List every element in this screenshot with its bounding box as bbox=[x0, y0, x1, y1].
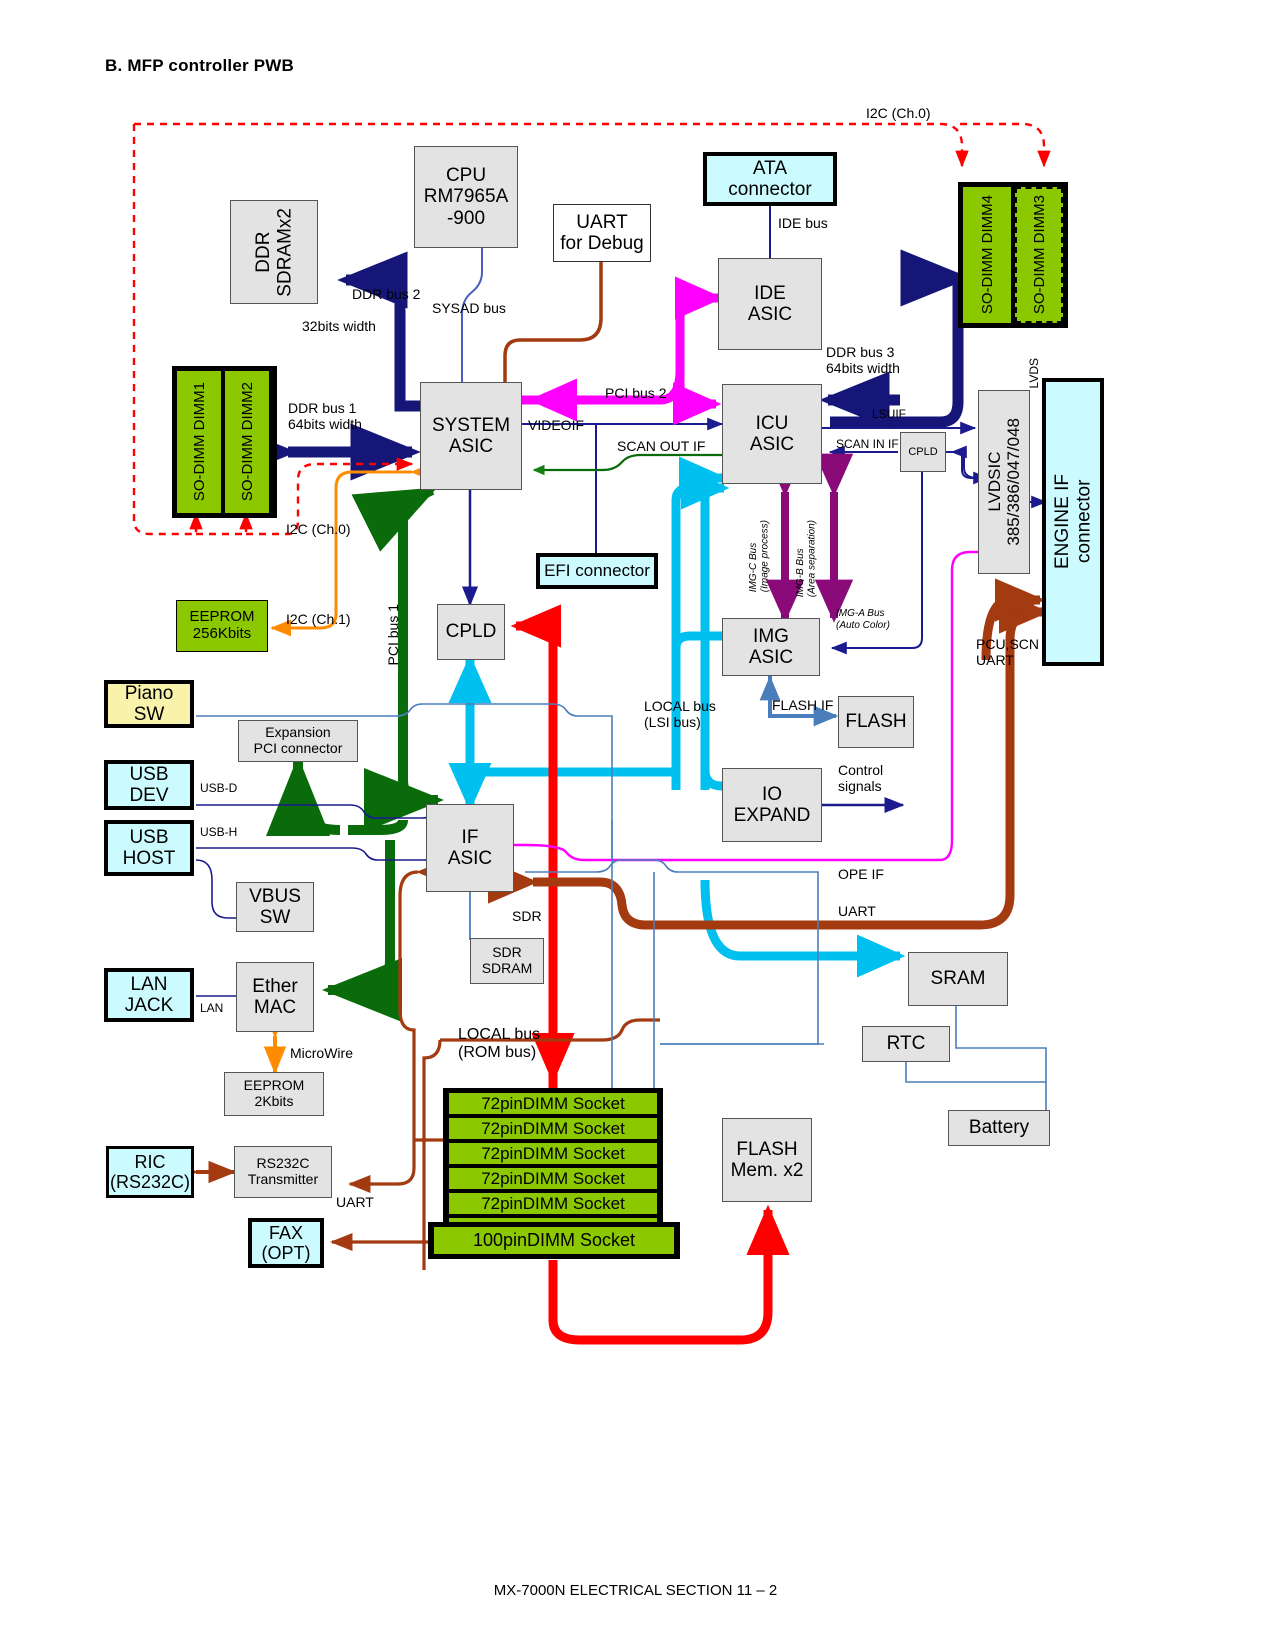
label-32bits-width: 32bits width bbox=[302, 318, 376, 334]
label-i2c-ch0-left: I2C (Ch.0) bbox=[286, 521, 351, 537]
label-sdr: SDR bbox=[512, 908, 542, 924]
label-img-b-bus: IMG-B Bus (Area separation) bbox=[795, 520, 818, 598]
sodimm-bank-34: SO-DIMM DIMM4 SO-DIMM DIMM3 bbox=[958, 182, 1068, 328]
label-pci-bus-2: PCI bus 2 bbox=[605, 385, 667, 401]
block-cpld-top: CPLD bbox=[437, 604, 505, 660]
label-local-bus-rom: LOCAL bus (ROM bus) bbox=[458, 1026, 541, 1062]
block-sram: SRAM bbox=[908, 952, 1008, 1006]
block-ric-rs232c: RIC (RS232C) bbox=[106, 1146, 194, 1198]
label-ope-if: OPE IF bbox=[838, 866, 884, 882]
block-flash: FLASH bbox=[838, 696, 914, 748]
block-icu-asic: ICU ASIC bbox=[722, 384, 822, 484]
block-flash-mem-x2: FLASH Mem. x2 bbox=[722, 1118, 812, 1202]
label-sysad-bus: SYSAD bus bbox=[432, 300, 506, 316]
socket-100pin-label: 100pinDIMM Socket bbox=[434, 1227, 674, 1254]
block-rtc: RTC bbox=[862, 1026, 950, 1062]
label-ddr-bus-2: DDR bus 2 bbox=[352, 286, 421, 302]
block-lan-jack: LAN JACK bbox=[104, 968, 194, 1022]
sodimm-bank-12: SO-DIMM DIMM1 SO-DIMM DIMM2 bbox=[172, 366, 277, 518]
block-lvdsic: LVDSIC 385/386/047/048 bbox=[978, 390, 1030, 574]
diagram-canvas: B. MFP controller PWB DDR SDRAMx2 CPU RM… bbox=[0, 0, 1271, 1650]
block-rs232c-transmitter: RS232C Transmitter bbox=[234, 1146, 332, 1198]
block-usb-dev: USB DEV bbox=[104, 760, 194, 810]
block-vbus-sw: VBUS SW bbox=[236, 882, 314, 932]
block-cpu: CPU RM7965A -900 bbox=[414, 146, 518, 248]
block-ata-connector: ATA connector bbox=[703, 152, 837, 206]
label-usb-h: USB-H bbox=[200, 825, 238, 839]
block-usb-host: USB HOST bbox=[104, 820, 194, 876]
label-local-bus-lsi: LOCAL bus (LSI bus) bbox=[644, 698, 716, 731]
sodimm-4: SO-DIMM DIMM4 bbox=[963, 187, 1011, 323]
block-uart-for-debug: UART for Debug bbox=[553, 204, 651, 262]
block-battery: Battery bbox=[948, 1110, 1050, 1146]
label-ddr-bus-1: DDR bus 1 64bits width bbox=[288, 400, 362, 433]
label-i2c-ch0-top: I2C (Ch.0) bbox=[866, 105, 931, 121]
page-footer: MX-7000N ELECTRICAL SECTION 11 – 2 bbox=[493, 1582, 778, 1599]
block-ether-mac: Ether MAC bbox=[236, 962, 314, 1032]
block-ddr-sdram: DDR SDRAMx2 bbox=[230, 200, 318, 304]
block-io-expand: IO EXPAND bbox=[722, 768, 822, 842]
block-eeprom-2k: EEPROM 2Kbits bbox=[224, 1072, 324, 1116]
socket-72pin-row: 72pinDIMM Socket bbox=[449, 1193, 657, 1214]
socket-72pin-row: 72pinDIMM Socket bbox=[449, 1093, 657, 1114]
socket-72pin-row: 72pinDIMM Socket bbox=[449, 1118, 657, 1139]
block-cpld-mid: CPLD bbox=[900, 432, 946, 472]
label-pci-bus-1: PCI bus 1 bbox=[385, 604, 401, 666]
socket-100pin: 100pinDIMM Socket bbox=[428, 1222, 680, 1259]
block-ide-asic: IDE ASIC bbox=[718, 258, 822, 350]
label-scan-in-if: SCAN IN IF bbox=[836, 437, 899, 451]
block-engine-if-connector: ENGINE IF connector bbox=[1042, 378, 1104, 666]
label-lan: LAN bbox=[200, 1001, 224, 1015]
block-sdr-sdram: SDR SDRAM bbox=[470, 938, 544, 984]
sodimm-2: SO-DIMM DIMM2 bbox=[225, 371, 269, 513]
label-uart-bottom: UART bbox=[336, 1194, 374, 1210]
label-microwire: MicroWire bbox=[290, 1045, 353, 1061]
label-img-c-bus: IMG-C Bus (Image process) bbox=[748, 520, 771, 593]
block-system-asic: SYSTEM ASIC bbox=[420, 382, 522, 490]
socket-72pin-row: 72pinDIMM Socket bbox=[449, 1168, 657, 1189]
socket-72pin-row: 72pinDIMM Socket bbox=[449, 1143, 657, 1164]
sodimm-3: SO-DIMM DIMM3 bbox=[1015, 187, 1063, 323]
label-lsuif: LSUIF bbox=[872, 407, 907, 421]
block-fax-opt: FAX (OPT) bbox=[248, 1218, 324, 1268]
label-uart-right: UART bbox=[838, 903, 876, 919]
label-i2c-ch1: I2C (Ch.1) bbox=[286, 611, 351, 627]
block-if-asic: IF ASIC bbox=[426, 804, 514, 892]
label-img-a-bus: IMG-A Bus (Auto Color) bbox=[836, 608, 890, 631]
label-ide-bus: IDE bus bbox=[778, 215, 828, 231]
label-ddr-bus-3: DDR bus 3 64bits width bbox=[826, 344, 900, 377]
label-scan-out-if: SCAN OUT IF bbox=[617, 438, 706, 454]
label-flash-if: FLASH IF bbox=[772, 697, 834, 713]
socket-stack-72pin: 72pinDIMM Socket 72pinDIMM Socket 72pinDIM… bbox=[443, 1088, 663, 1244]
label-control-signals: Control signals bbox=[838, 762, 884, 795]
label-pcu-scn-uart: PCU,SCN UART bbox=[976, 636, 1040, 669]
block-piano-sw: Piano SW bbox=[104, 680, 194, 728]
label-lvds: LVDS bbox=[1027, 358, 1041, 389]
block-img-asic: IMG ASIC bbox=[722, 618, 820, 676]
block-eeprom-256k: EEPROM 256Kbits bbox=[176, 600, 268, 652]
sodimm-1: SO-DIMM DIMM1 bbox=[177, 371, 221, 513]
label-videoif: VIDEOIF bbox=[528, 417, 585, 433]
block-expansion-pci-connector: Expansion PCI connector bbox=[238, 720, 358, 762]
label-usb-d: USB-D bbox=[200, 781, 238, 795]
block-efi-connector: EFI connector bbox=[536, 553, 658, 589]
